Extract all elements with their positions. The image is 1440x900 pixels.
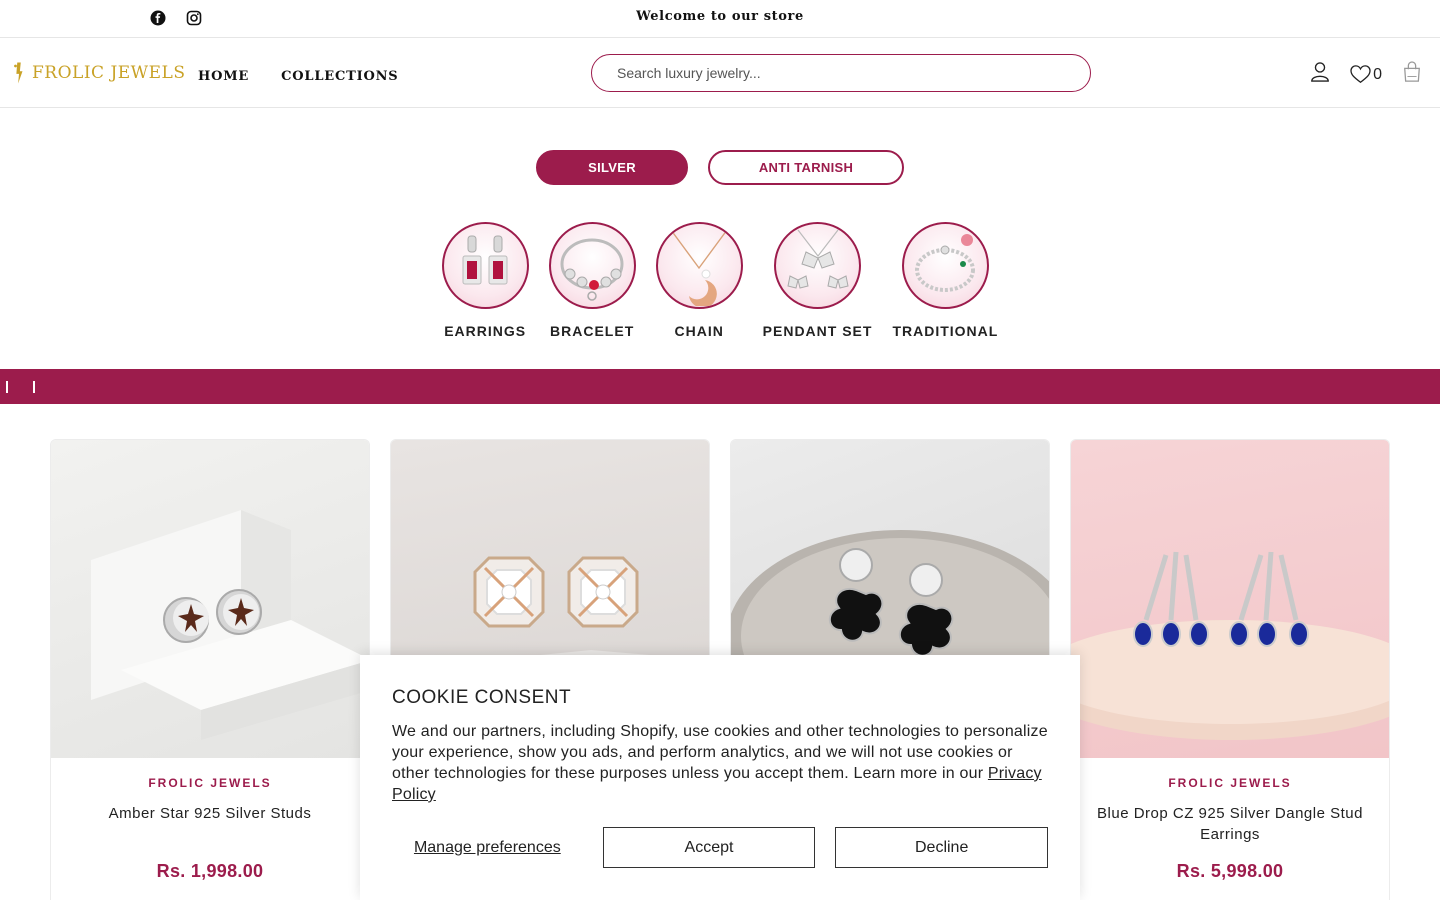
category-bracelet[interactable]: BRACELET (548, 222, 636, 339)
anti-tarnish-pill[interactable]: ANTI TARNISH (708, 150, 904, 185)
decline-button[interactable]: Decline (835, 827, 1048, 868)
manage-preferences-link[interactable]: Manage preferences (392, 839, 583, 857)
bag-icon[interactable] (1402, 61, 1422, 88)
traditional-image (901, 222, 989, 309)
category-label: BRACELET (550, 323, 635, 339)
product-brand: FROLIC JEWELS (148, 776, 272, 790)
product-image (51, 440, 369, 758)
user-icon[interactable] (1310, 61, 1330, 88)
cookie-body-text: We and our partners, including Shopify, … (392, 723, 1048, 782)
category-chain[interactable]: CHAIN (655, 222, 743, 339)
cookie-actions: Manage preferences Accept Decline (392, 827, 1048, 868)
category-label: EARRINGS (444, 323, 527, 339)
chain-image (655, 222, 743, 309)
pendant-set-image (774, 222, 862, 309)
category-traditional[interactable]: TRADITIONAL (892, 222, 998, 339)
marquee-band (0, 369, 1440, 404)
main-nav: HOME COLLECTIONS (198, 69, 398, 84)
header-icons: 0 (1310, 61, 1422, 88)
logo-text: FROLIC JEWELS (32, 63, 186, 83)
site-header: FROLIC JEWELS HOME COLLECTIONS 0 (0, 38, 1440, 108)
cookie-body: We and our partners, including Shopify, … (392, 721, 1048, 805)
material-toggle: SILVER ANTI TARNISH (0, 150, 1440, 185)
search-input[interactable] (591, 54, 1091, 92)
earrings-image (441, 222, 529, 309)
category-pendant-set[interactable]: PENDANT SET (763, 222, 873, 339)
category-list: EARRINGS BRACELET CHAIN PENDANT SET TRAD… (0, 222, 1440, 339)
accept-button[interactable]: Accept (602, 827, 816, 868)
product-price: Rs. 1,998.00 (156, 861, 264, 881)
category-label: PENDANT SET (762, 323, 873, 339)
product-image (1071, 440, 1389, 758)
category-label: CHAIN (674, 323, 724, 339)
announcement-bar: Welcome to our store (0, 0, 1440, 38)
category-label: TRADITIONAL (892, 323, 999, 339)
logo-mark-icon (14, 62, 23, 84)
logo[interactable]: FROLIC JEWELS (12, 60, 186, 86)
marquee-separator (6, 381, 8, 393)
category-earrings[interactable]: EARRINGS (441, 222, 529, 339)
wishlist-count: 0 (1373, 65, 1382, 83)
nav-home[interactable]: HOME (198, 69, 249, 84)
cookie-consent-dialog: COOKIE CONSENT We and our partners, incl… (360, 655, 1080, 900)
bracelet-image (548, 222, 636, 309)
product-card[interactable]: FROLIC JEWELS Amber Star 925 Silver Stud… (50, 439, 370, 900)
product-title[interactable]: Amber Star 925 Silver Studs (51, 803, 369, 861)
product-brand: FROLIC JEWELS (1168, 776, 1292, 790)
wishlist-button[interactable]: 0 (1350, 65, 1382, 84)
product-price: Rs. 5,998.00 (1176, 861, 1284, 881)
silver-pill[interactable]: SILVER (536, 150, 688, 185)
product-card[interactable]: FROLIC JEWELS Blue Drop CZ 925 Silver Da… (1070, 439, 1390, 900)
cookie-title: COOKIE CONSENT (392, 687, 572, 708)
nav-collections[interactable]: COLLECTIONS (281, 69, 398, 84)
marquee-separator (33, 381, 35, 393)
welcome-text: Welcome to our store (636, 9, 804, 24)
heart-icon (1350, 65, 1371, 84)
product-title[interactable]: Blue Drop CZ 925 Silver Dangle Stud Earr… (1071, 803, 1389, 861)
